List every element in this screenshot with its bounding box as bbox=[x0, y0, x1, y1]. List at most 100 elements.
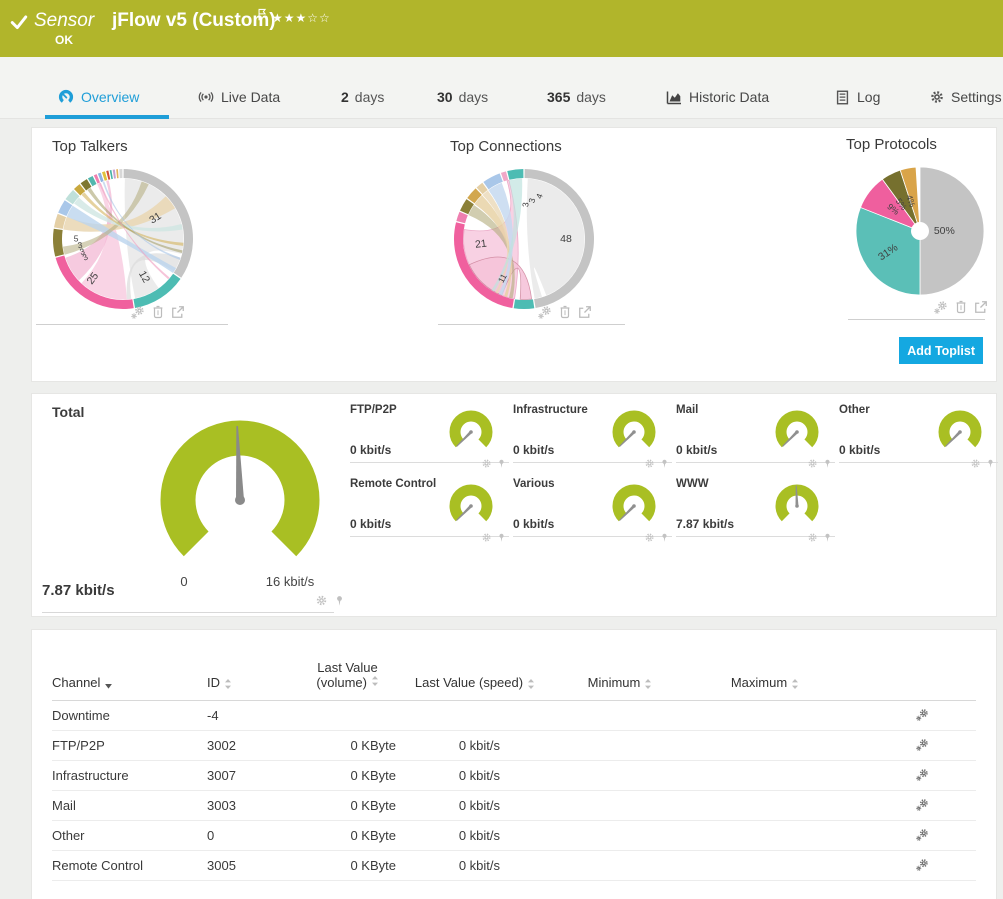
priority-stars[interactable]: ★★★☆☆ bbox=[272, 11, 331, 25]
gauge-pin-icon[interactable] bbox=[659, 532, 670, 543]
tab-overview[interactable]: Overview bbox=[57, 84, 139, 110]
toplist-delete-icon[interactable] bbox=[558, 305, 572, 319]
gauge-pin-icon[interactable] bbox=[496, 458, 507, 469]
total-gauge-label: Total bbox=[52, 404, 84, 420]
channel-gauge-ftp-p2p[interactable]: FTP/P2P0 kbit/s bbox=[350, 400, 509, 463]
channel-settings-icon[interactable] bbox=[916, 738, 929, 751]
channel-row-remote-control[interactable]: Remote Control30050 KByte0 kbit/s bbox=[52, 851, 976, 881]
tab-2-days[interactable]: 2days bbox=[341, 84, 384, 110]
gauge-settings-icon[interactable] bbox=[481, 458, 492, 469]
total-gauge-value: 7.87 kbit/s bbox=[42, 582, 115, 599]
cell-min bbox=[550, 791, 690, 821]
cell-min bbox=[550, 821, 690, 851]
tab-live-data[interactable]: Live Data bbox=[197, 84, 280, 110]
column-header-maximum[interactable]: Maximum bbox=[690, 654, 840, 701]
channel-gauge bbox=[608, 482, 660, 528]
gauge-channel-label: Infrastructure bbox=[513, 404, 588, 416]
column-header-channel[interactable]: Channel bbox=[52, 654, 207, 701]
tab-historic-data-label: Historic Data bbox=[689, 89, 769, 105]
cell-channel: Other bbox=[52, 821, 207, 851]
channel-gauge-www[interactable]: WWW7.87 kbit/s bbox=[676, 474, 835, 537]
toplist-title-connections: Top Connections bbox=[450, 138, 562, 155]
cell-volume bbox=[295, 701, 400, 731]
channel-settings-icon[interactable] bbox=[916, 858, 929, 871]
tab-log[interactable]: Log bbox=[834, 84, 880, 110]
cell-fill bbox=[840, 731, 916, 761]
gauge-settings-icon[interactable] bbox=[315, 594, 328, 607]
tab-settings[interactable]: Settings bbox=[929, 84, 1002, 110]
cell-speed bbox=[400, 701, 550, 731]
channel-row-infrastructure[interactable]: Infrastructure30070 KByte0 kbit/s bbox=[52, 761, 976, 791]
column-header-minimum[interactable]: Minimum bbox=[550, 654, 690, 701]
channel-row-mail[interactable]: Mail30030 KByte0 kbit/s bbox=[52, 791, 976, 821]
total-gauge: 016 kbit/s bbox=[150, 414, 330, 592]
channel-settings-icon[interactable] bbox=[916, 768, 929, 781]
column-header-last-value-speed[interactable]: Last Value (speed) bbox=[400, 654, 550, 701]
channel-settings-icon[interactable] bbox=[916, 708, 929, 721]
tab-365-days[interactable]: 365days bbox=[547, 84, 606, 110]
top-connections-chart[interactable]: 482111334 bbox=[453, 168, 595, 310]
channel-table-card: Channel ID Last Value (volume) Last Valu… bbox=[32, 630, 996, 899]
gauge-pin-icon[interactable] bbox=[822, 532, 833, 543]
tab-30-days[interactable]: 30days bbox=[437, 84, 488, 110]
cell-max bbox=[690, 731, 840, 761]
chart-label: 21 bbox=[474, 238, 487, 251]
column-header-last-value-volume[interactable]: Last Value (volume) bbox=[295, 654, 400, 701]
add-toplist-button[interactable]: Add Toplist bbox=[899, 337, 983, 364]
cell-max bbox=[690, 701, 840, 731]
tab-historic-data[interactable]: Historic Data bbox=[665, 84, 769, 110]
cell-volume: 0 KByte bbox=[295, 731, 400, 761]
channel-row-other[interactable]: Other00 KByte0 kbit/s bbox=[52, 821, 976, 851]
gauge-settings-icon[interactable] bbox=[807, 532, 818, 543]
toplist-delete-icon[interactable] bbox=[954, 300, 968, 314]
channel-gauge-remote-control[interactable]: Remote Control0 kbit/s bbox=[350, 474, 509, 537]
cell-min bbox=[550, 731, 690, 761]
toplist-settings-icon[interactable] bbox=[538, 305, 552, 319]
toplist-delete-icon[interactable] bbox=[151, 305, 165, 319]
channel-settings-icon[interactable] bbox=[916, 828, 929, 841]
gauge-pin-icon[interactable] bbox=[496, 532, 507, 543]
gauge-settings-icon[interactable] bbox=[807, 458, 818, 469]
sort-icon bbox=[527, 678, 535, 690]
toplist-open-icon[interactable] bbox=[578, 305, 592, 319]
gauge-settings-icon[interactable] bbox=[481, 532, 492, 543]
toplist-talkers-actions bbox=[131, 305, 185, 319]
gauge-settings-icon[interactable] bbox=[644, 532, 655, 543]
gauge-settings-icon[interactable] bbox=[644, 458, 655, 469]
column-header-id[interactable]: ID bbox=[207, 654, 295, 701]
toplist-settings-icon[interactable] bbox=[131, 305, 145, 319]
toplist-settings-icon[interactable] bbox=[934, 300, 948, 314]
gauge-pin-icon[interactable] bbox=[985, 458, 996, 469]
cell-channel: Downtime bbox=[52, 701, 207, 731]
toplist-open-icon[interactable] bbox=[974, 300, 988, 314]
flag-icon[interactable] bbox=[255, 8, 268, 21]
cell-channel: Mail bbox=[52, 791, 207, 821]
cell-fill bbox=[840, 791, 916, 821]
channel-gauge bbox=[771, 482, 823, 528]
area-chart-icon bbox=[665, 88, 683, 106]
gauge-pin-icon[interactable] bbox=[822, 458, 833, 469]
cell-min bbox=[550, 701, 690, 731]
channel-gauge-infrastructure[interactable]: Infrastructure0 kbit/s bbox=[513, 400, 672, 463]
gauge-channel-label: Mail bbox=[676, 404, 698, 416]
sensor-header: Sensor jFlow v5 (Custom) ★★★☆☆ OK bbox=[0, 0, 1003, 57]
cell-id: 3002 bbox=[207, 731, 295, 761]
cell-id: 3005 bbox=[207, 851, 295, 881]
top-protocols-chart[interactable]: 50%31%9%5%4% bbox=[853, 164, 987, 298]
gauge-pin-icon[interactable] bbox=[659, 458, 670, 469]
status-check-icon bbox=[10, 13, 28, 31]
channel-gauge-various[interactable]: Various0 kbit/s bbox=[513, 474, 672, 537]
tab-settings-label: Settings bbox=[951, 89, 1002, 105]
channel-gauge-mail[interactable]: Mail0 kbit/s bbox=[676, 400, 835, 463]
gauge-settings-icon[interactable] bbox=[970, 458, 981, 469]
gauge-pin-icon[interactable] bbox=[333, 594, 346, 607]
channel-row-downtime[interactable]: Downtime-4 bbox=[52, 701, 976, 731]
gauge-channel-label: Remote Control bbox=[350, 478, 436, 490]
gauge-channel-value: 0 kbit/s bbox=[839, 443, 880, 457]
channel-settings-icon[interactable] bbox=[916, 798, 929, 811]
top-talkers-chart[interactable]: 3112255333 bbox=[52, 168, 194, 310]
channel-gauge-other[interactable]: Other0 kbit/s bbox=[839, 400, 998, 463]
channel-row-ftp-p2p[interactable]: FTP/P2P30020 KByte0 kbit/s bbox=[52, 731, 976, 761]
toplist-open-icon[interactable] bbox=[171, 305, 185, 319]
toplist-protocols-actions bbox=[934, 300, 988, 314]
